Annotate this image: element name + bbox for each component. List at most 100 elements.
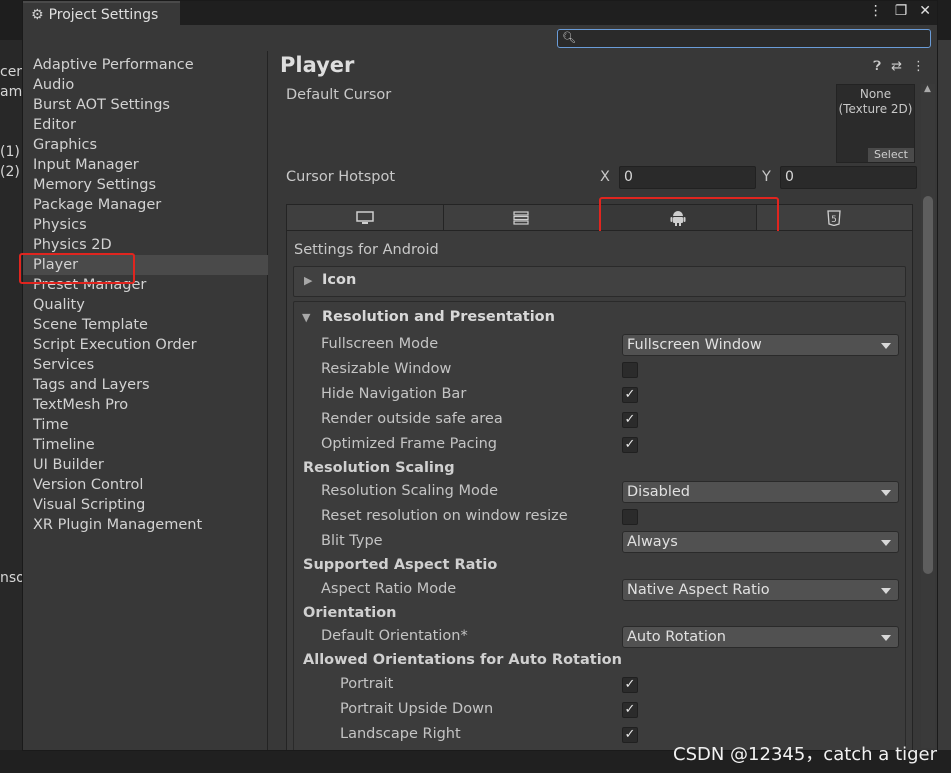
sidebar-item-physics-2d[interactable]: Physics 2D	[23, 235, 268, 255]
sidebar-item-adaptive-performance[interactable]: Adaptive Performance	[23, 55, 268, 75]
html5-glyph: 5	[831, 215, 837, 225]
render-outside-safe-area-checkbox[interactable]: ✓	[622, 412, 638, 428]
sidebar-item-scene-template[interactable]: Scene Template	[23, 315, 268, 335]
cursor-hotspot-label: Cursor Hotspot	[286, 169, 396, 185]
hide-navigation-bar-checkbox[interactable]: ✓	[622, 387, 638, 403]
foldout-collapsed-icon: ▶	[304, 274, 313, 287]
sidebar-item-input-manager[interactable]: Input Manager	[23, 155, 268, 175]
icon-foldout[interactable]: ▶ Icon	[293, 266, 906, 297]
desktop-icon	[356, 210, 374, 224]
sidebar-item-version-control[interactable]: Version Control	[23, 475, 268, 495]
search-bar: 🔍︎	[23, 25, 937, 51]
default-cursor-field[interactable]: None (Texture 2D) Select	[836, 84, 915, 163]
sidebar-item-visual-scripting[interactable]: Visual Scripting	[23, 495, 268, 515]
aspect-ratio-mode-value: Native Aspect Ratio	[627, 582, 770, 598]
sidebar-item-memory-settings[interactable]: Memory Settings	[23, 175, 268, 195]
sidebar-item-graphics[interactable]: Graphics	[23, 135, 268, 155]
background-fragment: am	[0, 84, 23, 100]
sidebar-item-physics[interactable]: Physics	[23, 215, 268, 235]
resolution-scaling-mode-value: Disabled	[627, 484, 690, 500]
player-highlight-box	[19, 253, 135, 284]
background-fragment: (1)	[0, 144, 20, 160]
icon-foldout-label: Icon	[322, 272, 357, 288]
aspect-ratio-mode-dropdown[interactable]: Native Aspect Ratio	[622, 579, 899, 601]
chevron-down-icon	[881, 490, 891, 496]
sidebar-item-editor[interactable]: Editor	[23, 115, 268, 135]
fullscreen-mode-dropdown[interactable]: Fullscreen Window	[622, 334, 899, 356]
project-settings-window: ⚙ Project Settings ⋮ ❐ ✕ 🔍︎ Adaptive Per…	[19, 0, 938, 751]
hide-navigation-bar-label: Hide Navigation Bar	[321, 386, 467, 402]
preset-icon[interactable]: ⇄	[891, 59, 902, 74]
orientation-header: Orientation	[303, 605, 397, 621]
foldout-expanded-icon[interactable]: ▼	[302, 311, 310, 324]
resolution-scaling-mode-label: Resolution Scaling Mode	[321, 483, 499, 499]
html5-icon: 5	[827, 209, 841, 226]
landscape-right-checkbox[interactable]: ✓	[622, 727, 638, 743]
sidebar-item-burst-aot-settings[interactable]: Burst AOT Settings	[23, 95, 268, 115]
fullscreen-mode-label: Fullscreen Mode	[321, 336, 439, 352]
search-input[interactable]	[574, 30, 924, 47]
sidebar-item-timeline[interactable]: Timeline	[23, 435, 268, 455]
sidebar-item-tags-and-layers[interactable]: Tags and Layers	[23, 375, 268, 395]
window-controls: ⋮ ❐ ✕	[869, 3, 931, 19]
optimized-frame-pacing-label: Optimized Frame Pacing	[321, 436, 497, 452]
sidebar-item-package-manager[interactable]: Package Manager	[23, 195, 268, 215]
sidebar-item-script-execution-order[interactable]: Script Execution Order	[23, 335, 268, 355]
search-field[interactable]: 🔍︎	[557, 29, 931, 48]
resizable-window-checkbox[interactable]	[622, 362, 638, 378]
window-tab[interactable]: ⚙ Project Settings	[23, 1, 181, 27]
cursor-select-button[interactable]: Select	[868, 148, 914, 162]
sidebar-item-services[interactable]: Services	[23, 355, 268, 375]
hotspot-x-input[interactable]: 0	[619, 166, 756, 189]
title-bar: ⚙ Project Settings ⋮ ❐ ✕	[23, 1, 937, 27]
portrait-checkbox[interactable]: ✓	[622, 677, 638, 693]
window-title: Project Settings	[48, 7, 159, 23]
sidebar-item-time[interactable]: Time	[23, 415, 268, 435]
reset-resolution-checkbox[interactable]	[622, 509, 638, 525]
help-icon[interactable]: ❓︎	[873, 59, 881, 74]
portrait-upside-down-checkbox[interactable]: ✓	[622, 702, 638, 718]
default-cursor-label: Default Cursor	[286, 87, 392, 103]
resolution-scaling-mode-dropdown[interactable]: Disabled	[622, 481, 899, 503]
settings-for-label: Settings for Android	[294, 242, 439, 258]
default-orientation-label: Default Orientation*	[321, 628, 468, 644]
blit-type-dropdown[interactable]: Always	[622, 531, 899, 553]
vertical-scrollbar[interactable]: ▲	[921, 84, 935, 748]
chevron-down-icon	[881, 635, 891, 641]
render-outside-safe-area-label: Render outside safe area	[321, 411, 503, 427]
aspect-ratio-mode-label: Aspect Ratio Mode	[321, 581, 457, 597]
more-options-icon[interactable]: ⋮	[912, 59, 925, 74]
gear-icon: ⚙	[31, 7, 44, 23]
close-icon[interactable]: ✕	[919, 3, 931, 19]
sidebar-item-audio[interactable]: Audio	[23, 75, 268, 95]
more-menu-icon[interactable]: ⋮	[869, 3, 883, 19]
sidebar-item-xr-plugin-management[interactable]: XR Plugin Management	[23, 515, 268, 535]
scroll-up-icon[interactable]: ▲	[924, 84, 931, 94]
blit-type-label: Blit Type	[321, 533, 383, 549]
tab-desktop[interactable]	[287, 205, 444, 230]
resolution-section-title[interactable]: Resolution and Presentation	[322, 309, 555, 325]
chevron-down-icon	[881, 343, 891, 349]
tab-server[interactable]	[444, 205, 600, 230]
tab-webgl[interactable]: 5	[757, 205, 913, 230]
default-orientation-value: Auto Rotation	[627, 629, 726, 645]
scrollbar-thumb[interactable]	[923, 196, 933, 574]
chevron-down-icon	[881, 588, 891, 594]
hotspot-y-label: Y	[762, 169, 771, 185]
chevron-down-icon	[881, 540, 891, 546]
sidebar-item-textmesh-pro[interactable]: TextMesh Pro	[23, 395, 268, 415]
page-title: Player	[280, 53, 355, 77]
reset-resolution-label: Reset resolution on window resize	[321, 508, 568, 524]
hotspot-y-input[interactable]: 0	[780, 166, 917, 189]
portrait-label: Portrait	[340, 676, 394, 692]
settings-sidebar: Adaptive Performance Audio Burst AOT Set…	[19, 51, 268, 750]
maximize-icon[interactable]: ❐	[895, 3, 908, 19]
sidebar-item-quality[interactable]: Quality	[23, 295, 268, 315]
optimized-frame-pacing-checkbox[interactable]: ✓	[622, 437, 638, 453]
player-settings-panel: Player ❓︎ ⇄ ⋮ Default Cursor None (Textu…	[269, 51, 937, 750]
default-orientation-dropdown[interactable]: Auto Rotation	[622, 626, 899, 648]
allowed-orientations-header: Allowed Orientations for Auto Rotation	[303, 652, 622, 668]
fullscreen-mode-value: Fullscreen Window	[627, 337, 762, 353]
portrait-upside-down-label: Portrait Upside Down	[340, 701, 494, 717]
sidebar-item-ui-builder[interactable]: UI Builder	[23, 455, 268, 475]
